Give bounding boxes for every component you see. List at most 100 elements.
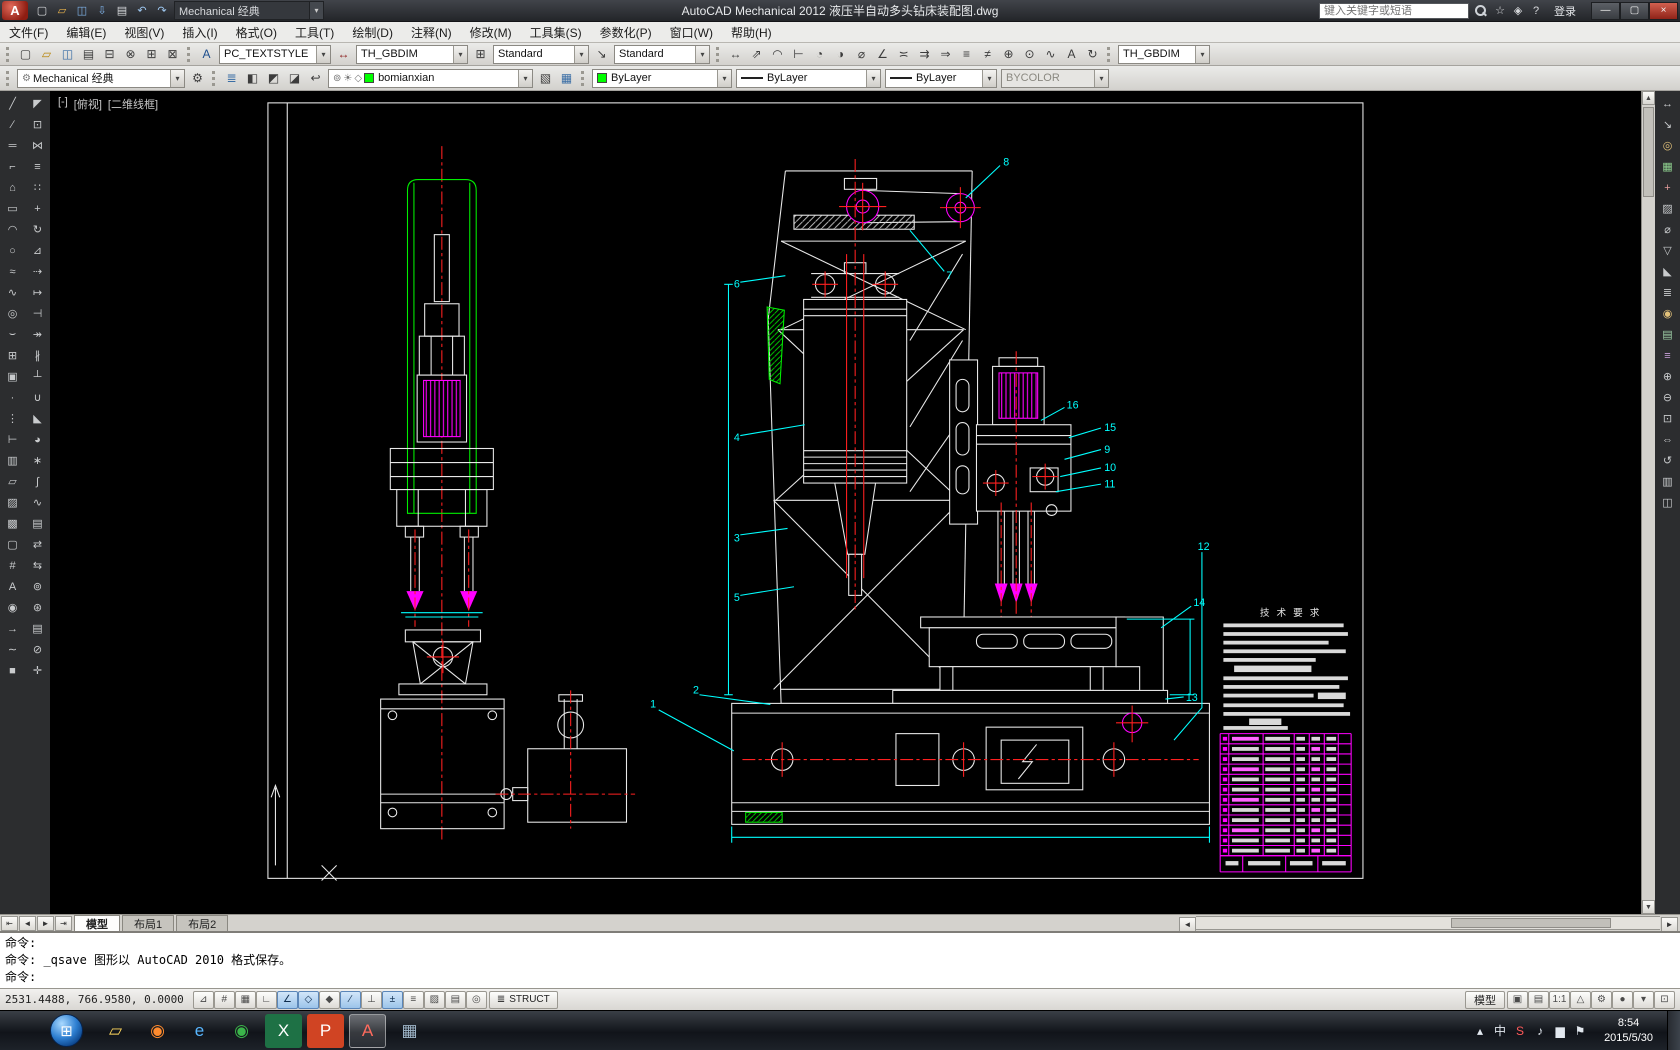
menu-edit[interactable]: 编辑(E)	[57, 21, 115, 44]
am-fits-icon[interactable]: ⌀	[1657, 219, 1679, 240]
dropdown-caret-icon[interactable]: ▾	[170, 70, 184, 87]
text-style-dropdown[interactable]: PC_TEXTSTYLE ▾	[219, 45, 331, 64]
menu-draw[interactable]: 绘制(D)	[343, 21, 402, 44]
firefox-icon[interactable]: ◉	[139, 1014, 176, 1048]
lineweight-dropdown[interactable]: ByLayer ▾	[885, 69, 997, 88]
am-hatch-icon[interactable]: ▨	[1657, 198, 1679, 219]
edit-polyline-icon[interactable]: ∫	[27, 471, 49, 492]
scroll-right-icon[interactable]: ►	[1661, 917, 1678, 932]
join-icon[interactable]: ∪	[27, 387, 49, 408]
toolbar-grip[interactable]	[716, 47, 721, 62]
toolbar-grip[interactable]	[581, 71, 586, 86]
chamfer-icon[interactable]: ◣	[27, 408, 49, 429]
new-icon[interactable]: ▢	[15, 44, 36, 64]
zoom-extents-icon[interactable]: ⊡	[1657, 408, 1679, 429]
am-title-border-icon[interactable]: ▤	[1657, 324, 1679, 345]
am-power-dimension-icon[interactable]: ↔	[1657, 93, 1679, 114]
snap-toggle[interactable]: #	[214, 991, 235, 1009]
maximize-button[interactable]: ▢	[1620, 2, 1649, 20]
dim-style-control-dropdown[interactable]: TH_GBDIM ▾	[1118, 45, 1210, 64]
menu-file[interactable]: 文件(F)	[0, 21, 57, 44]
plot-preview-icon[interactable]: ⊟	[99, 44, 120, 64]
point-icon[interactable]: ·	[2, 387, 24, 408]
qsaveas-icon[interactable]: ⇩	[92, 2, 112, 20]
clean-screen-icon[interactable]: ⊡	[1654, 991, 1675, 1009]
copy-icon[interactable]: ⊞	[141, 44, 162, 64]
menu-window[interactable]: 窗口(W)	[661, 21, 722, 44]
tab-last-icon[interactable]: ⇥	[55, 916, 72, 931]
solid-icon[interactable]: ■	[2, 660, 24, 681]
break-at-point-icon[interactable]: ┴	[27, 366, 49, 387]
search-icon[interactable]	[1472, 3, 1488, 19]
excel-icon[interactable]: X	[265, 1014, 302, 1048]
am-bom-icon[interactable]: ≡	[1657, 345, 1679, 366]
break-icon[interactable]: ∦	[27, 345, 49, 366]
dim-style-icon[interactable]: ↔	[333, 44, 354, 64]
scroll-down-icon[interactable]: ▼	[1642, 900, 1655, 914]
layer-states-icon[interactable]: ◧	[242, 68, 263, 88]
minimize-button[interactable]: —	[1591, 2, 1620, 20]
insert-block-icon[interactable]: ⊞	[2, 345, 24, 366]
dim-ordinate-icon[interactable]: ⊢	[788, 44, 809, 64]
quick-view-drawings-icon[interactable]: ▤	[1528, 991, 1549, 1009]
toolbar-grip[interactable]	[6, 47, 11, 62]
communication-center-icon[interactable]: ◈	[1509, 2, 1527, 20]
copy-icon[interactable]: ⊡	[27, 114, 49, 135]
linetype-dropdown[interactable]: ByLayer ▾	[736, 69, 881, 88]
menu-insert[interactable]: 插入(I)	[173, 21, 226, 44]
stretch-icon[interactable]: ⇢	[27, 261, 49, 282]
orbit-icon[interactable]: ↺	[1657, 450, 1679, 471]
start-button[interactable]: ⊞	[50, 1014, 83, 1047]
mirror-icon[interactable]: ⋈	[27, 135, 49, 156]
ie-icon[interactable]: e	[181, 1014, 218, 1048]
dim-arc-icon[interactable]: ◠	[767, 44, 788, 64]
close-button[interactable]: ×	[1649, 2, 1678, 20]
dropdown-caret-icon[interactable]: ▾	[695, 46, 709, 63]
menu-parametric[interactable]: 参数化(P)	[591, 21, 661, 44]
viewport-view-button[interactable]: [俯视]	[74, 96, 102, 112]
application-menu-button[interactable]: A	[2, 1, 28, 20]
mleader-style-icon[interactable]: ↘	[591, 44, 612, 64]
tab-model[interactable]: 模型	[74, 915, 120, 931]
dropdown-caret-icon[interactable]: ▾	[866, 70, 880, 87]
infer-constraints-toggle[interactable]: ⊿	[193, 991, 214, 1009]
dim-diameter-icon[interactable]: ⌀	[851, 44, 872, 64]
ducs-toggle[interactable]: ⊥	[361, 991, 382, 1009]
lineweight-toggle[interactable]: ≡	[403, 991, 424, 1009]
vertical-scrollbar[interactable]: ▲ ▼	[1641, 91, 1655, 914]
layer-properties-icon[interactable]: ≣	[221, 68, 242, 88]
line-icon[interactable]: ╱	[2, 93, 24, 114]
network-icon[interactable]: ▆	[1550, 1020, 1570, 1042]
cut-icon[interactable]: ⊗	[120, 44, 141, 64]
dim-space-icon[interactable]: ≡	[956, 44, 977, 64]
ellipse-arc-icon[interactable]: ⌣	[2, 324, 24, 345]
dim-radius-icon[interactable]: ◔	[809, 44, 830, 64]
help-icon[interactable]: ?	[1527, 2, 1545, 20]
center-mark-icon[interactable]: ⊙	[1019, 44, 1040, 64]
match-properties-icon[interactable]: ▧	[535, 68, 556, 88]
scale-icon[interactable]: ⊿	[27, 240, 49, 261]
table-icon[interactable]: #	[2, 555, 24, 576]
move-icon[interactable]: +	[27, 198, 49, 219]
tray-expand-icon[interactable]: ▴	[1470, 1020, 1490, 1042]
polyline-icon[interactable]: ⌐	[2, 156, 24, 177]
layer-previous-icon[interactable]: ↩	[305, 68, 326, 88]
am-symbol-leader-icon[interactable]: ↘	[1657, 114, 1679, 135]
quick-properties-toggle[interactable]: ▤	[445, 991, 466, 1009]
dropdown-caret-icon[interactable]: ▾	[316, 46, 330, 63]
viewport-visual-style-button[interactable]: [二维线框]	[108, 96, 158, 112]
erase-icon[interactable]: ◤	[27, 93, 49, 114]
reverse-icon[interactable]: ⇆	[27, 555, 49, 576]
layer-isolate-icon[interactable]: ◩	[263, 68, 284, 88]
am-detail-icon[interactable]: ◉	[1657, 303, 1679, 324]
gradient-icon[interactable]: ▩	[2, 513, 24, 534]
dropdown-caret-icon[interactable]: ▾	[717, 70, 731, 87]
dim-baseline-icon[interactable]: ⇉	[914, 44, 935, 64]
favorites-star-icon[interactable]: ☆	[1491, 2, 1509, 20]
signin-button[interactable]: 登录	[1548, 3, 1582, 19]
explode-icon[interactable]: ∗	[27, 450, 49, 471]
menu-help[interactable]: 帮助(H)	[722, 21, 781, 44]
struct-button[interactable]: ≣ STRUCT	[489, 991, 558, 1009]
hide-icon[interactable]: ◫	[1657, 492, 1679, 513]
am-thread-icon[interactable]: ≣	[1657, 282, 1679, 303]
